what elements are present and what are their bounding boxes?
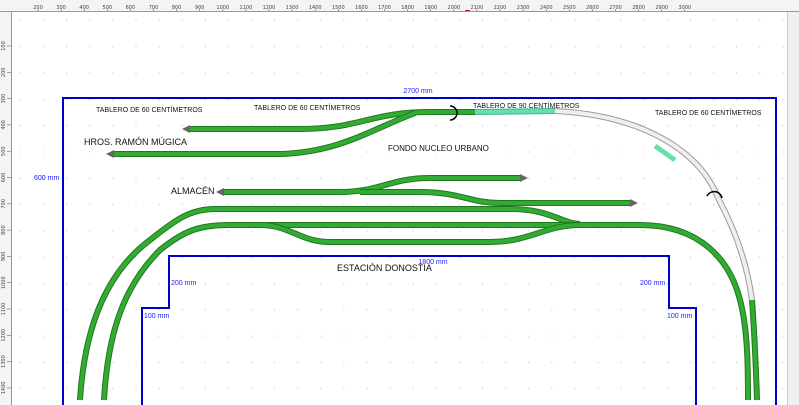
ruler-top-label: 900	[195, 5, 205, 11]
dimension-step-right: 200 mm	[640, 280, 665, 287]
ruler-left-label: 1200	[1, 329, 7, 342]
label-tablero-1: TABLERO DE 60 CENTÍMETROS	[96, 105, 203, 114]
ruler-top-label: 800	[172, 5, 182, 11]
ruler-top-label: 2300	[517, 5, 530, 11]
ruler-top-label: 1700	[378, 5, 391, 11]
station-cutout-outline[interactable]	[141, 255, 697, 405]
ruler-top-label: 2200	[494, 5, 507, 11]
dimension-notch-left: 100 mm	[144, 313, 169, 320]
label-hros-ramon-mugica: HROS. RAMÓN MÚGICA	[84, 137, 187, 147]
ruler-top-label: 1500	[332, 5, 345, 11]
ruler-top-label: 1200	[263, 5, 276, 11]
ruler-top-label: 400	[79, 5, 89, 11]
ruler-top-label: 2500	[563, 5, 576, 11]
ruler-left-label: 100	[1, 41, 7, 51]
ruler-left-label: 900	[1, 252, 7, 262]
ruler-top-label: 700	[149, 5, 159, 11]
ruler-left-label: 1300	[1, 355, 7, 368]
label-fondo-nucleo-urbano: FONDO NUCLEO URBANO	[388, 144, 489, 153]
ruler-top-label: 1600	[355, 5, 368, 11]
dimension-step-left: 200 mm	[171, 280, 196, 287]
grid-dots	[20, 20, 784, 390]
dimension-width-top: 2700 mm	[403, 88, 432, 95]
ruler-left-label: 500	[1, 146, 7, 156]
ruler-top-label: 1000	[216, 5, 229, 11]
ruler-top-label: 2000	[447, 5, 460, 11]
label-almacen: ALMACÉN	[171, 186, 215, 196]
ruler-top-label: 3000	[678, 5, 691, 11]
ruler-top-label: 2100	[471, 5, 484, 11]
ruler-top-label: 2600	[586, 5, 599, 11]
ruler-top-label: 1100	[240, 5, 253, 11]
ruler-top-label: 500	[103, 5, 113, 11]
ruler-left-label: 700	[1, 199, 7, 209]
dimension-notch-right: 100 mm	[667, 313, 692, 320]
ruler-top-label: 1800	[401, 5, 414, 11]
ruler-top-label: 2700	[609, 5, 622, 11]
vertical-scrollbar[interactable]	[787, 12, 799, 405]
label-tablero-2: TABLERO DE 60 CENTÍMETROS	[254, 103, 361, 112]
label-tablero-4: TABLERO DE 60 CENTÍMETROS	[655, 108, 762, 117]
ruler-top-label: 2900	[655, 5, 668, 11]
dimension-height-left: 600 mm	[34, 175, 59, 182]
vertical-ruler[interactable]: 100 200 300 400 500 600 700 800 900 1000 1100 1200 1…	[0, 12, 12, 405]
ruler-top-label: 1400	[309, 5, 322, 11]
ruler-left-label: 1400	[1, 382, 7, 395]
ruler-top-label: 2800	[632, 5, 645, 11]
ruler-left-label: 1100	[1, 303, 7, 316]
track-plan-drawing[interactable]: 2700 mm 600 mm 1800 mm 200 mm 200 mm 100…	[12, 12, 787, 405]
label-estacion-donostia: ESTACIÓN DONOSTIA	[337, 263, 432, 273]
ruler-left-label: 200	[1, 68, 7, 78]
ruler-left-label: 600	[1, 173, 7, 183]
ruler-left-label: 300	[1, 94, 7, 104]
ruler-top-label: 1300	[286, 5, 299, 11]
ruler-left-label: 1000	[1, 276, 7, 289]
ruler-top-label: 200	[33, 5, 43, 11]
ruler-top-label: 1900	[424, 5, 437, 11]
horizontal-ruler[interactable]: 200 300 400 500 600 700 800 900 1000 1100 1200 1300…	[0, 0, 799, 12]
ruler-top-label: 600	[126, 5, 136, 11]
ruler-left-label: 400	[1, 120, 7, 130]
ruler-top-label: 2400	[540, 5, 553, 11]
label-tablero-3: TABLERO DE 90 CENTÍMETROS	[473, 101, 580, 110]
ruler-top-label: 300	[56, 5, 66, 11]
ruler-left-label: 800	[1, 225, 7, 235]
layout-canvas[interactable]: 2700 mm 600 mm 1800 mm 200 mm 200 mm 100…	[12, 12, 787, 405]
